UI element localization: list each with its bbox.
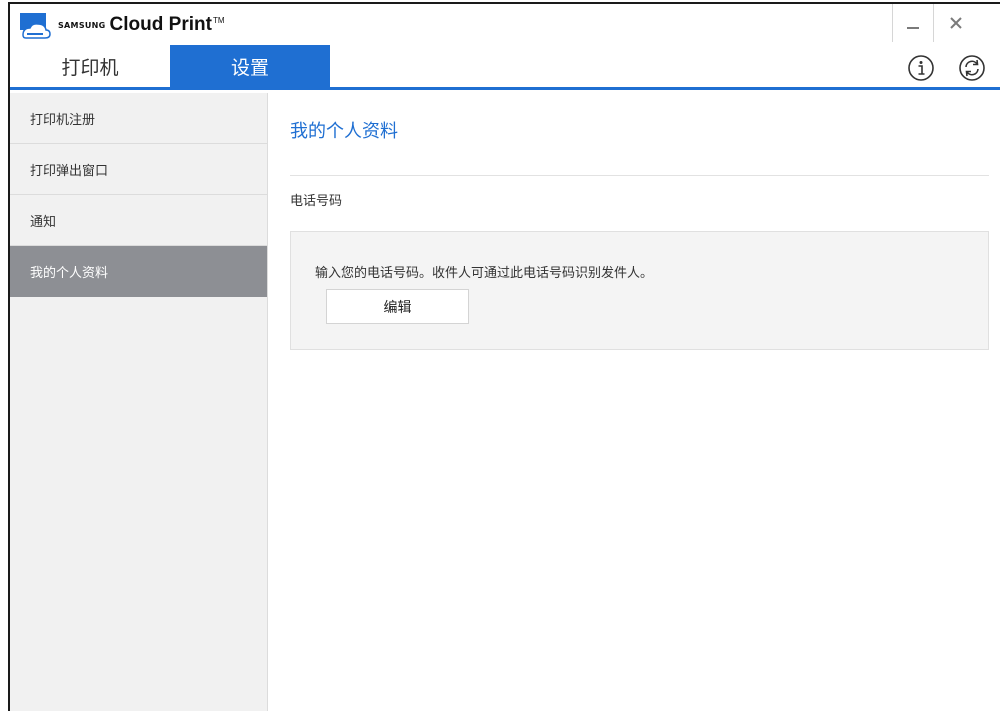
app-window: SAMSUNG Cloud Print TM 打印机 设置 打印机注册 打印弹出… — [8, 2, 1000, 711]
app-title: Cloud Print — [109, 14, 212, 35]
close-button[interactable] — [933, 4, 977, 42]
close-icon — [949, 17, 962, 29]
app-logo: SAMSUNG Cloud Print TM — [18, 10, 225, 40]
refresh-icon[interactable] — [958, 54, 986, 82]
divider — [290, 175, 989, 176]
trademark: TM — [212, 15, 225, 25]
minimize-button[interactable] — [892, 4, 932, 42]
sidebar-item-notifications[interactable]: 通知 — [10, 195, 267, 246]
tab-printer[interactable]: 打印机 — [10, 45, 170, 87]
minimize-icon — [906, 27, 919, 29]
title-bar[interactable]: SAMSUNG Cloud Print TM — [10, 4, 1000, 45]
info-icon[interactable] — [907, 54, 935, 82]
phone-number-box: 输入您的电话号码。收件人可通过此电话号码识别发件人。 编辑 — [290, 231, 989, 350]
sidebar-item-print-popup[interactable]: 打印弹出窗口 — [10, 144, 267, 195]
phone-number-description: 输入您的电话号码。收件人可通过此电话号码识别发件人。 — [315, 266, 654, 281]
cloud-print-logo-icon — [20, 13, 51, 39]
edit-button[interactable]: 编辑 — [326, 289, 469, 324]
brand-samsung: SAMSUNG — [58, 20, 106, 30]
sidebar-item-my-profile[interactable]: 我的个人资料 — [10, 246, 267, 297]
sidebar-item-printer-registration[interactable]: 打印机注册 — [10, 93, 267, 144]
tab-bar: 打印机 设置 — [10, 45, 1000, 90]
profile-panel: 我的个人资料 电话号码 输入您的电话号码。收件人可通过此电话号码识别发件人。 编… — [269, 93, 1000, 711]
page-title: 我的个人资料 — [290, 121, 398, 142]
tab-settings[interactable]: 设置 — [170, 45, 330, 87]
phone-number-label: 电话号码 — [290, 194, 343, 209]
settings-sidebar: 打印机注册 打印弹出窗口 通知 我的个人资料 — [10, 93, 268, 711]
